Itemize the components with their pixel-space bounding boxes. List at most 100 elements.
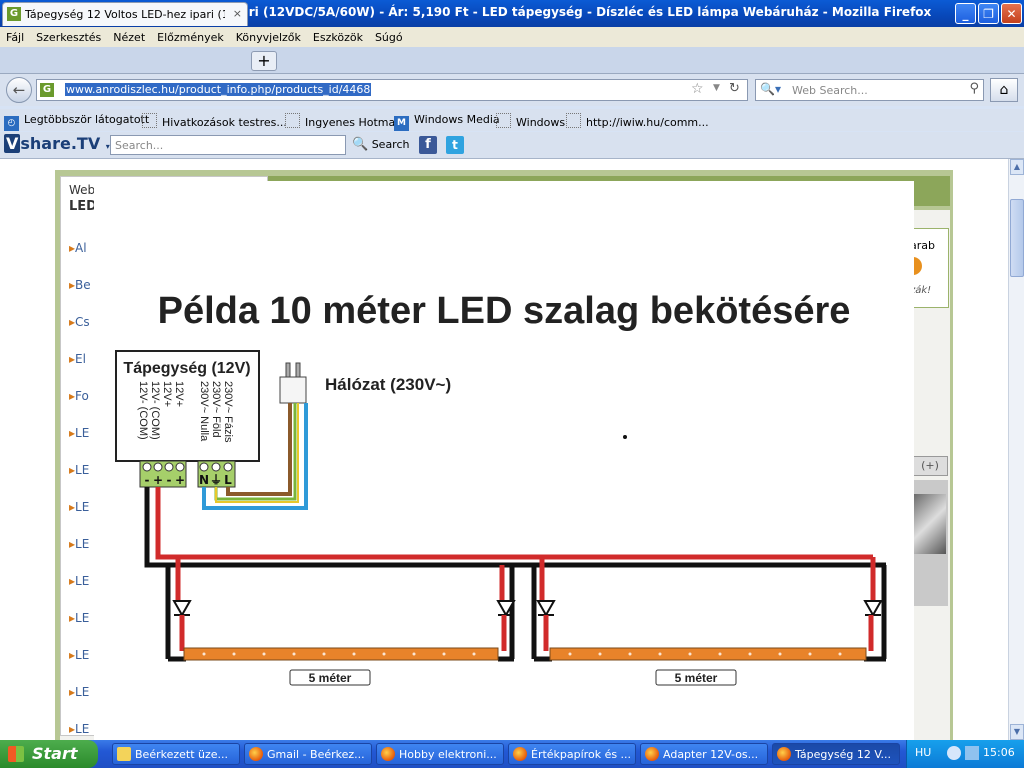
bookmarks-bar: ◴ Legtöbbször látogatott Hivatkozások tes… bbox=[0, 109, 1024, 131]
sidebar-item[interactable]: LE bbox=[69, 685, 89, 699]
search-go-icon[interactable]: ⚲ bbox=[969, 81, 979, 96]
taskbar-item[interactable]: Adapter 12V-os... bbox=[640, 743, 768, 765]
bookmark-label: Windows Media bbox=[414, 113, 500, 126]
history-dropdown-icon[interactable]: ▼ bbox=[713, 83, 720, 93]
vshare-logo[interactable]: Vshare.TV ▾ bbox=[4, 134, 110, 153]
sidebar-item[interactable]: El bbox=[69, 352, 86, 366]
search-icon: 🔍 bbox=[352, 137, 369, 152]
tab-close-icon[interactable]: × bbox=[233, 7, 242, 20]
url-text[interactable]: www.anrodiszlec.hu/product_info.php/prod… bbox=[65, 83, 372, 96]
menu-file[interactable]: Fájl bbox=[0, 27, 30, 44]
taskbar-item-label: Hobby elektroni... bbox=[399, 748, 497, 761]
network-icon[interactable] bbox=[947, 746, 961, 760]
taskbar-item[interactable]: Beérkezett üze... bbox=[112, 743, 240, 765]
facebook-icon[interactable]: f bbox=[419, 136, 437, 154]
taskbar-item-label: Értékpapírok és ... bbox=[531, 748, 632, 761]
diagram-title: Példa 10 méter LED szalag bekötésére bbox=[158, 290, 851, 332]
menu-bookmarks[interactable]: Könyvjelzők bbox=[230, 27, 307, 44]
taskbar-item-label: Tápegység 12 V... bbox=[795, 748, 891, 761]
menu-help[interactable]: Súgó bbox=[369, 27, 409, 44]
cart-box: arab zák! bbox=[904, 228, 949, 308]
taskbar-item-active[interactable]: Tápegység 12 V... bbox=[772, 743, 900, 765]
start-button[interactable]: Start bbox=[0, 740, 98, 768]
bookmark-customize-links[interactable]: Hivatkozások testres... bbox=[142, 113, 287, 129]
vertical-scrollbar[interactable]: ▲ ▼ bbox=[1008, 159, 1024, 740]
bookmark-star-icon[interactable]: ☆ bbox=[691, 81, 704, 97]
tab-active[interactable]: G Tápegység 12 Voltos LED-hez ipari (12V… bbox=[2, 2, 248, 26]
sidebar-item[interactable]: LE bbox=[69, 537, 89, 551]
sidebar-heading: LED bbox=[69, 199, 97, 214]
sidebar-item[interactable]: LE bbox=[69, 574, 89, 588]
psu-pin-label: 230V~ Fázis bbox=[222, 381, 234, 443]
tab-label: Tápegység 12 Voltos LED-hez ipari (12VDC… bbox=[25, 8, 225, 21]
psu-pin-label: 230V~ Nulla bbox=[198, 381, 210, 442]
vshare-search-button[interactable]: 🔍 Search bbox=[352, 137, 409, 152]
svg-text:⏚: ⏚ bbox=[210, 473, 222, 487]
menu-bar: Fájl Szerkesztés Nézet Előzmények Könyvjelző… bbox=[0, 27, 1024, 47]
sidebar-item[interactable]: LE bbox=[69, 648, 89, 662]
bookmark-windows[interactable]: Windows bbox=[496, 113, 565, 129]
bookmark-iwiw[interactable]: http://iwiw.hu/comm... bbox=[566, 113, 709, 129]
product-thumbnail[interactable] bbox=[912, 480, 948, 606]
home-button[interactable]: ⌂ bbox=[990, 78, 1018, 102]
taskbar-item[interactable]: Gmail - Beérkez... bbox=[244, 743, 372, 765]
bookmark-windows-media[interactable]: M Windows Media bbox=[394, 113, 500, 131]
web-search-box[interactable]: 🔍▾ Web Search... ⚲ bbox=[755, 79, 984, 101]
new-tab-button[interactable]: + bbox=[251, 51, 277, 71]
sidebar-item[interactable]: Fo bbox=[69, 389, 89, 403]
twitter-icon[interactable]: t bbox=[446, 136, 464, 154]
product-thumbnail-image bbox=[912, 494, 946, 554]
expand-button[interactable]: (+) bbox=[912, 456, 948, 476]
sidebar-item[interactable]: Cs bbox=[69, 315, 90, 329]
svg-text:+: + bbox=[175, 473, 185, 487]
site-identity-icon[interactable]: G bbox=[40, 83, 54, 97]
sidebar-item[interactable]: LE bbox=[69, 426, 89, 440]
search-engine-icon[interactable]: 🔍▾ bbox=[760, 82, 781, 96]
wiring-diagram: Példa 10 méter LED szalag bekötésére Táp… bbox=[115, 290, 887, 686]
menu-history[interactable]: Előzmények bbox=[151, 27, 230, 44]
sidebar-item[interactable]: Al bbox=[69, 241, 87, 255]
sidebar-item[interactable]: LE bbox=[69, 722, 89, 736]
vshare-search-input[interactable]: Search... bbox=[110, 135, 346, 155]
vshare-logo-v: V bbox=[4, 134, 21, 153]
system-tray: HU 15:06 bbox=[906, 740, 1024, 768]
bookmark-label: http://iwiw.hu/comm... bbox=[586, 116, 709, 129]
maximize-button[interactable]: ❐ bbox=[978, 3, 999, 24]
bookmark-label: Ingyenes Hotmail bbox=[305, 116, 402, 129]
lightbox-image[interactable]: Példa 10 méter LED szalag bekötésére Táp… bbox=[94, 181, 914, 740]
volume-icon[interactable] bbox=[965, 746, 979, 760]
bookmark-label: Legtöbbször látogatott bbox=[24, 113, 150, 126]
reload-icon[interactable]: ↻ bbox=[729, 81, 740, 96]
address-bar[interactable]: G www.anrodiszlec.hu/product_info.php/pr… bbox=[36, 79, 748, 101]
scroll-up-icon[interactable]: ▲ bbox=[1010, 159, 1024, 175]
firefox-icon bbox=[645, 747, 659, 761]
taskbar-item[interactable]: Értékpapírok és ... bbox=[508, 743, 636, 765]
menu-edit[interactable]: Szerkesztés bbox=[30, 27, 107, 44]
menu-tools[interactable]: Eszközök bbox=[307, 27, 369, 44]
back-button[interactable]: ← bbox=[6, 77, 32, 103]
psu-label: Tápegység (12V) bbox=[123, 360, 250, 377]
scroll-down-icon[interactable]: ▼ bbox=[1010, 724, 1024, 740]
bookmark-hotmail[interactable]: Ingyenes Hotmail bbox=[285, 113, 401, 129]
firefox-icon bbox=[513, 747, 527, 761]
sidebar-item[interactable]: LE bbox=[69, 611, 89, 625]
sidebar-item[interactable]: LE bbox=[69, 463, 89, 477]
svg-text:+: + bbox=[153, 473, 163, 487]
taskbar-item[interactable]: Hobby elektroni... bbox=[376, 743, 504, 765]
scroll-thumb[interactable] bbox=[1010, 199, 1024, 277]
firefox-icon bbox=[381, 747, 395, 761]
close-button[interactable]: ✕ bbox=[1001, 3, 1022, 24]
minimize-button[interactable]: _ bbox=[955, 3, 976, 24]
tab-bar bbox=[0, 47, 1024, 74]
bookmark-most-visited[interactable]: ◴ Legtöbbször látogatott bbox=[4, 113, 149, 131]
mail-icon bbox=[117, 747, 131, 761]
led-strip-2 bbox=[549, 647, 867, 661]
sidebar-item[interactable]: Be bbox=[69, 278, 91, 292]
sidebar-item[interactable]: LE bbox=[69, 500, 89, 514]
menu-view[interactable]: Nézet bbox=[107, 27, 151, 44]
bookmark-page-icon bbox=[285, 113, 300, 128]
web-search-placeholder[interactable]: Web Search... bbox=[792, 84, 868, 97]
vshare-search-label: Search bbox=[371, 138, 410, 151]
msn-icon: M bbox=[394, 116, 409, 131]
language-indicator[interactable]: HU bbox=[915, 746, 931, 759]
